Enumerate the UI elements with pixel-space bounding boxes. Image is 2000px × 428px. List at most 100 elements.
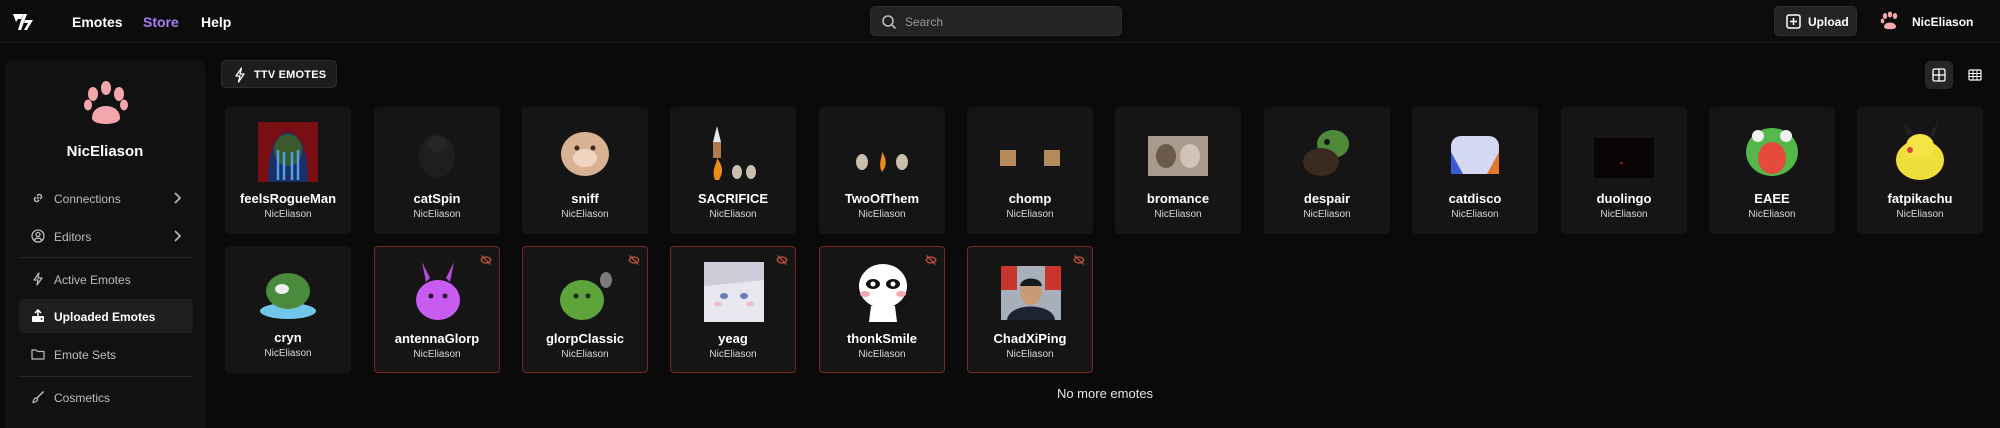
link-icon [33, 193, 43, 203]
sidebar-divider [19, 257, 193, 258]
ttv-emotes-filter-button[interactable]: TTV EMOTES [221, 60, 337, 88]
emote-card[interactable]: ChadXiPing NicEliason [967, 246, 1093, 373]
emote-name: despair [1303, 191, 1351, 206]
emote-card[interactable]: yeag NicEliason [670, 246, 796, 373]
emote-image-catspin [419, 134, 455, 178]
emote-card[interactable]: catdisco NicEliason [1412, 107, 1538, 234]
emote-card[interactable]: chomp NicEliason [967, 107, 1093, 234]
emote-owner: NicEliason [264, 348, 312, 359]
grid-view-button[interactable] [1925, 61, 1953, 89]
sidebar-item-label: Uploaded Emotes [54, 310, 156, 324]
upload-label: Upload [1808, 15, 1849, 29]
emote-image-twoofthem [856, 152, 908, 172]
emote-image-antennaglorp [416, 262, 460, 320]
emote-name: ChadXiPing [993, 331, 1067, 346]
emote-image-yeag [704, 262, 764, 322]
username-label: NicEliason [1912, 15, 1974, 29]
nav-emotes[interactable]: Emotes [72, 14, 123, 30]
emote-owner: NicEliason [1600, 209, 1648, 220]
emote-owner: NicEliason [1303, 209, 1351, 220]
emote-image-chadxiping [1001, 266, 1061, 320]
emote-image-thonksmile [859, 264, 907, 322]
emote-card[interactable]: sniff NicEliason [522, 107, 648, 234]
sidebar-item-label: Emote Sets [54, 348, 117, 362]
table-view-button[interactable] [1961, 61, 1989, 89]
sidebar-item-editors[interactable]: Editors [19, 219, 193, 253]
emote-name: glorpClassic [545, 331, 625, 346]
sidebar-item-emote-sets[interactable]: Emote Sets [19, 337, 193, 371]
sidebar-divider [19, 376, 193, 377]
emote-image-bromance [1148, 136, 1208, 176]
emote-name: thonkSmile [846, 331, 918, 346]
upload-plus-icon [1786, 14, 1801, 29]
emote-card[interactable]: cryn NicEliason [225, 246, 351, 373]
search-bar [870, 6, 1122, 36]
emote-owner: NicEliason [1006, 209, 1054, 220]
emote-name: antennaGlorp [394, 331, 480, 346]
emote-image-chomp [1000, 150, 1060, 166]
emote-name: EAEE [1754, 191, 1790, 206]
emote-card[interactable]: EAEE NicEliason [1709, 107, 1835, 234]
emote-owner: NicEliason [709, 349, 757, 360]
emote-card[interactable]: fatpikachu NicEliason [1857, 107, 1983, 234]
emote-owner: NicEliason [1451, 209, 1499, 220]
sidebar-item-label: Connections [54, 192, 121, 206]
sidebar: NicEliason Connections Editors Active Em… [5, 60, 205, 428]
eye-slash-icon [776, 255, 788, 265]
emote-image-eaee [1746, 128, 1798, 176]
emote-card[interactable]: TwoOfThem NicEliason [819, 107, 945, 234]
user-circle-icon [31, 229, 45, 243]
emote-card[interactable]: feelsRogueMan NicEliason [225, 107, 351, 234]
table-icon [1968, 69, 1982, 81]
paw-icon [84, 81, 128, 124]
eye-slash-icon [1073, 255, 1085, 265]
nav-help[interactable]: Help [201, 14, 231, 30]
emote-owner: NicEliason [561, 349, 609, 360]
sidebar-item-connections[interactable]: Connections [19, 181, 193, 215]
emote-name: yeag [718, 331, 748, 346]
emote-owner: NicEliason [1154, 209, 1202, 220]
emote-card[interactable]: SACRIFICE NicEliason [670, 107, 796, 234]
emote-name: catdisco [1448, 191, 1502, 206]
emote-image-sniff [561, 132, 609, 176]
filter-label: TTV EMOTES [254, 69, 327, 81]
eye-slash-icon [480, 255, 492, 265]
emote-image-catdisco [1451, 136, 1499, 174]
emote-image-feelsrogueman [258, 122, 318, 182]
emote-card[interactable]: bromance NicEliason [1115, 107, 1241, 234]
emote-card[interactable]: thonkSmile NicEliason [819, 246, 945, 373]
emote-name: duolingo [1596, 191, 1652, 206]
emote-name: cryn [274, 330, 302, 345]
emote-owner: NicEliason [561, 209, 609, 220]
emote-name: sniff [571, 191, 599, 206]
upload-tray-icon [32, 309, 44, 322]
emote-card[interactable]: duolingo NicEliason [1561, 107, 1687, 234]
emote-card[interactable]: antennaGlorp NicEliason [374, 246, 500, 373]
eye-slash-icon [628, 255, 640, 265]
search-icon [882, 15, 897, 30]
emote-name: chomp [1008, 191, 1052, 206]
emote-owner: NicEliason [858, 349, 906, 360]
emote-name: SACRIFICE [697, 191, 769, 206]
emote-card[interactable]: despair NicEliason [1264, 107, 1390, 234]
emote-image-cryn [260, 273, 316, 319]
7tv-logo-icon[interactable] [12, 13, 34, 31]
emote-owner: NicEliason [1748, 209, 1796, 220]
sidebar-item-uploaded-emotes[interactable]: Uploaded Emotes [19, 299, 193, 333]
nav-store[interactable]: Store [143, 14, 179, 30]
lightning-icon [33, 272, 43, 286]
search-input[interactable] [905, 12, 1105, 32]
emote-image-glorpclassic [560, 272, 612, 320]
upload-button[interactable]: Upload [1774, 6, 1857, 36]
emote-owner: NicEliason [264, 209, 312, 220]
emote-card[interactable]: catSpin NicEliason [374, 107, 500, 234]
sidebar-item-active-emotes[interactable]: Active Emotes [19, 262, 193, 296]
end-of-list-message: No more emotes [1056, 386, 1154, 401]
emote-card[interactable]: glorpClassic NicEliason [522, 246, 648, 373]
emote-name: bromance [1146, 191, 1210, 206]
folder-icon [31, 349, 45, 360]
emote-image-duolingo [1594, 138, 1654, 178]
sidebar-item-label: Editors [54, 230, 92, 244]
profile-username: NicEliason [66, 143, 144, 160]
emote-name: feelsRogueMan [239, 191, 337, 206]
